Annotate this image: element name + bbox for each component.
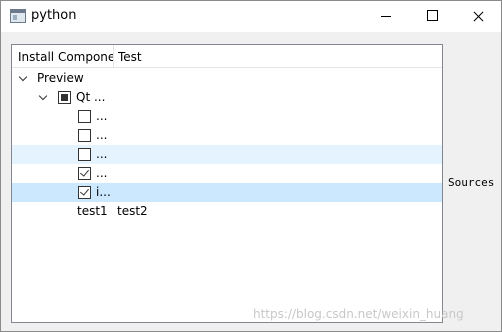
maximize-button[interactable] <box>409 1 455 32</box>
header-install-components[interactable]: Install Compone <box>18 45 113 67</box>
tree-row-item-hover[interactable]: ... <box>12 145 442 164</box>
tree-item-label: Preview <box>37 71 84 85</box>
watermark: https://blog.csdn.net/weixin_huang <box>253 307 464 321</box>
partial-checkbox[interactable] <box>58 91 71 104</box>
tree-row-extra[interactable]: test1 test2 <box>12 202 442 221</box>
tree-item-label: ... <box>96 128 108 142</box>
chevron-down-icon[interactable] <box>18 72 28 82</box>
tree-row-item[interactable]: ... <box>12 107 442 126</box>
component-tree[interactable]: Install Compone Test Preview Qt ... ... … <box>11 44 443 323</box>
title-bar[interactable]: python <box>1 1 501 32</box>
app-window: python Install Compone Test Preview Qt .… <box>0 0 502 332</box>
tree-item-label: ... <box>96 166 108 180</box>
tree-row-qt[interactable]: Qt ... <box>12 88 442 107</box>
tree-item-label: ... <box>96 147 108 161</box>
close-button[interactable] <box>455 1 501 32</box>
window-title: python <box>31 8 77 23</box>
sources-label: Sources <box>448 176 495 189</box>
header-separator[interactable] <box>113 45 114 67</box>
tree-row-preview[interactable]: Preview <box>12 69 442 88</box>
checked-checkbox[interactable] <box>78 186 91 199</box>
tree-cell-col2: test2 <box>117 204 148 218</box>
tree-item-label: Qt ... <box>76 90 106 104</box>
tree-cell-col1: test1 <box>77 204 108 218</box>
checked-checkbox[interactable] <box>78 167 91 180</box>
chevron-down-icon[interactable] <box>38 91 48 101</box>
header-test[interactable]: Test <box>118 45 198 67</box>
tree-item-label: i... <box>96 185 111 199</box>
tree-row-item[interactable]: ... <box>12 126 442 145</box>
tree-header: Install Compone Test <box>12 45 442 68</box>
tree-row-item-selected[interactable]: i... <box>12 183 442 202</box>
tree-row-item[interactable]: ... <box>12 164 442 183</box>
item-checkbox[interactable] <box>78 148 91 161</box>
app-icon <box>10 9 26 23</box>
minimize-button[interactable] <box>363 1 409 32</box>
tree-item-label: ... <box>96 109 108 123</box>
item-checkbox[interactable] <box>78 110 91 123</box>
item-checkbox[interactable] <box>78 129 91 142</box>
